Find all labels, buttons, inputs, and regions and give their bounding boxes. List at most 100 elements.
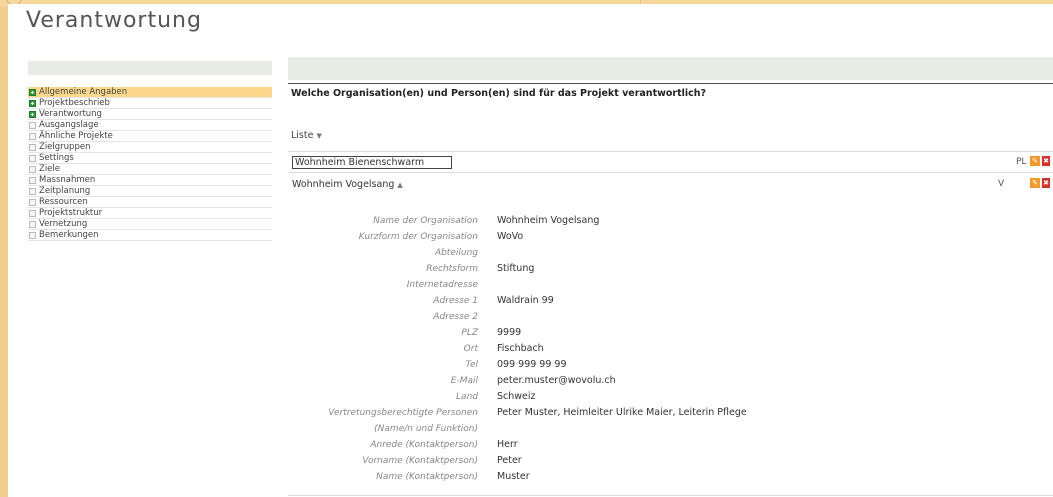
plus-icon	[29, 99, 36, 107]
chevron-down-icon: ▼	[316, 132, 322, 140]
trash-icon: ✖	[1043, 157, 1049, 165]
empty-box-icon	[29, 176, 36, 184]
detail-row: Adresse 1 Waldrain 99	[288, 293, 988, 309]
detail-row: Adresse 2	[288, 309, 988, 325]
sidebar-item-label: Ziele	[39, 164, 61, 174]
sidebar-item-ressourcen[interactable]: Ressourcen	[28, 197, 272, 208]
sidebar-item-ausgangslage[interactable]: Ausgangslage	[28, 120, 272, 131]
detail-label: E-Mail	[450, 376, 478, 386]
list-toggle[interactable]: Liste ▼	[291, 130, 322, 141]
detail-row: Internetadresse	[288, 277, 988, 293]
detail-row: PLZ 9999	[288, 325, 988, 341]
sidebar-item-label: Verantwortung	[39, 109, 102, 119]
sidebar-item-label: Allgemeine Angaben	[39, 87, 128, 97]
empty-box-icon	[29, 121, 36, 129]
sidebar-item-projektbeschrieb[interactable]: Projektbeschrieb	[28, 98, 272, 109]
detail-row: Kurzform der Organisation WoVo	[288, 229, 988, 245]
detail-row: Tel 099 999 99 99	[288, 357, 988, 373]
organization-row-bienenschwarm[interactable]: Wohnheim Bienenschwarm	[292, 156, 452, 169]
sidebar-item-vernetzung[interactable]: Vernetzung	[28, 219, 272, 230]
list-label: Liste	[291, 130, 314, 141]
question-divider	[288, 83, 1053, 84]
sidebar-item-label: Projektbeschrieb	[39, 98, 110, 108]
sidebar-item-label: Zeitplanung	[39, 186, 91, 196]
empty-box-icon	[29, 220, 36, 228]
empty-box-icon	[29, 143, 36, 151]
detail-label: Rechtsform	[426, 264, 478, 274]
sidebar-item-label: Ressourcen	[39, 197, 88, 207]
pencil-icon: ✎	[1032, 157, 1038, 165]
plus-icon	[29, 110, 36, 118]
detail-row: Rechtsform Stiftung	[288, 261, 988, 277]
row-divider	[288, 172, 1053, 173]
pencil-icon: ✎	[1032, 179, 1038, 187]
detail-row: Vertretungsberechtigte Personen Peter Mu…	[288, 405, 988, 421]
sidebar-item-settings[interactable]: Settings	[28, 153, 272, 164]
app-window: Verantwortung Allgemeine Angaben Projekt…	[8, 4, 1053, 497]
detail-value: 099 999 99 99	[497, 359, 567, 370]
sidebar-item-label: Ähnliche Projekte	[39, 131, 113, 141]
empty-box-icon	[29, 165, 36, 173]
detail-label: (Name/n und Funktion)	[374, 424, 478, 434]
sidebar-item-label: Ausgangslage	[39, 120, 99, 130]
empty-box-icon	[29, 231, 36, 239]
edit-button[interactable]: ✎	[1030, 156, 1040, 166]
detail-label: PLZ	[461, 328, 478, 338]
detail-value: Fischbach	[497, 343, 544, 354]
sidebar-header	[28, 61, 272, 75]
organization-name: Wohnheim Bienenschwarm	[295, 157, 425, 168]
sidebar-item-label: Vernetzung	[39, 219, 88, 229]
detail-label: Vertretungsberechtigte Personen	[328, 408, 478, 418]
organization-role: PL	[1016, 157, 1027, 167]
detail-label: Abteilung	[434, 248, 478, 258]
detail-label: Adresse 2	[433, 312, 478, 322]
page-title: Verantwortung	[26, 8, 202, 33]
delete-button[interactable]: ✖	[1042, 156, 1050, 166]
detail-value[interactable]: peter.muster@wovolu.ch	[497, 373, 616, 389]
detail-label: Land	[456, 392, 478, 402]
sidebar-item-massnahmen[interactable]: Massnahmen	[28, 175, 272, 186]
bottom-divider	[288, 495, 1053, 496]
detail-row: Vorname (Kontaktperson) Peter	[288, 453, 988, 469]
trash-icon: ✖	[1043, 179, 1049, 187]
empty-box-icon	[29, 132, 36, 140]
detail-value: WoVo	[497, 231, 524, 242]
sidebar-item-verantwortung[interactable]: Verantwortung	[28, 109, 272, 120]
detail-value: Muster	[497, 471, 530, 482]
sidebar-item-allgemeine-angaben[interactable]: Allgemeine Angaben	[28, 87, 272, 98]
detail-row: E-Mail peter.muster@wovolu.ch	[288, 373, 988, 389]
sidebar-item-label: Bemerkungen	[39, 230, 99, 240]
detail-row: Ort Fischbach	[288, 341, 988, 357]
organization-name: Wohnheim Vogelsang	[292, 179, 395, 190]
chevron-up-icon: ▲	[397, 181, 403, 189]
detail-row: (Name/n und Funktion)	[288, 421, 988, 437]
detail-value: Herr	[497, 439, 518, 450]
organization-row-vogelsang[interactable]: Wohnheim Vogelsang ▲	[292, 179, 403, 190]
sidebar-item-label: Massnahmen	[39, 175, 96, 185]
detail-row: Name der Organisation Wohnheim Vogelsang	[288, 213, 988, 229]
empty-box-icon	[29, 187, 36, 195]
detail-label: Name (Kontaktperson)	[376, 472, 478, 482]
detail-row: Land Schweiz	[288, 389, 988, 405]
plus-icon	[29, 88, 36, 96]
detail-row: Abteilung	[288, 245, 988, 261]
sidebar-item-zeitplanung[interactable]: Zeitplanung	[28, 186, 272, 197]
main-header-bar	[288, 57, 1053, 80]
empty-box-icon	[29, 209, 36, 217]
sidebar-item-aehnliche-projekte[interactable]: Ähnliche Projekte	[28, 131, 272, 142]
detail-label: Vorname (Kontaktperson)	[362, 456, 478, 466]
detail-label: Anrede (Kontaktperson)	[370, 440, 478, 450]
sidebar-item-projektstruktur[interactable]: Projektstruktur	[28, 208, 272, 219]
delete-button[interactable]: ✖	[1042, 178, 1050, 188]
sidebar-item-bemerkungen[interactable]: Bemerkungen	[28, 230, 272, 241]
detail-label: Kurzform der Organisation	[358, 232, 478, 242]
edit-button[interactable]: ✎	[1030, 178, 1040, 188]
sidebar-item-zielgruppen[interactable]: Zielgruppen	[28, 142, 272, 153]
detail-value: Peter Muster, Heimleiter Ulrike Maier, L…	[497, 407, 747, 418]
sidebar-item-label: Projektstruktur	[39, 208, 103, 218]
detail-value: Stiftung	[497, 263, 535, 274]
sidebar-item-ziele[interactable]: Ziele	[28, 164, 272, 175]
sidebar-nav: Allgemeine Angaben Projektbeschrieb Vera…	[28, 87, 272, 241]
sidebar-item-label: Settings	[39, 153, 74, 163]
row-divider	[288, 151, 1053, 152]
